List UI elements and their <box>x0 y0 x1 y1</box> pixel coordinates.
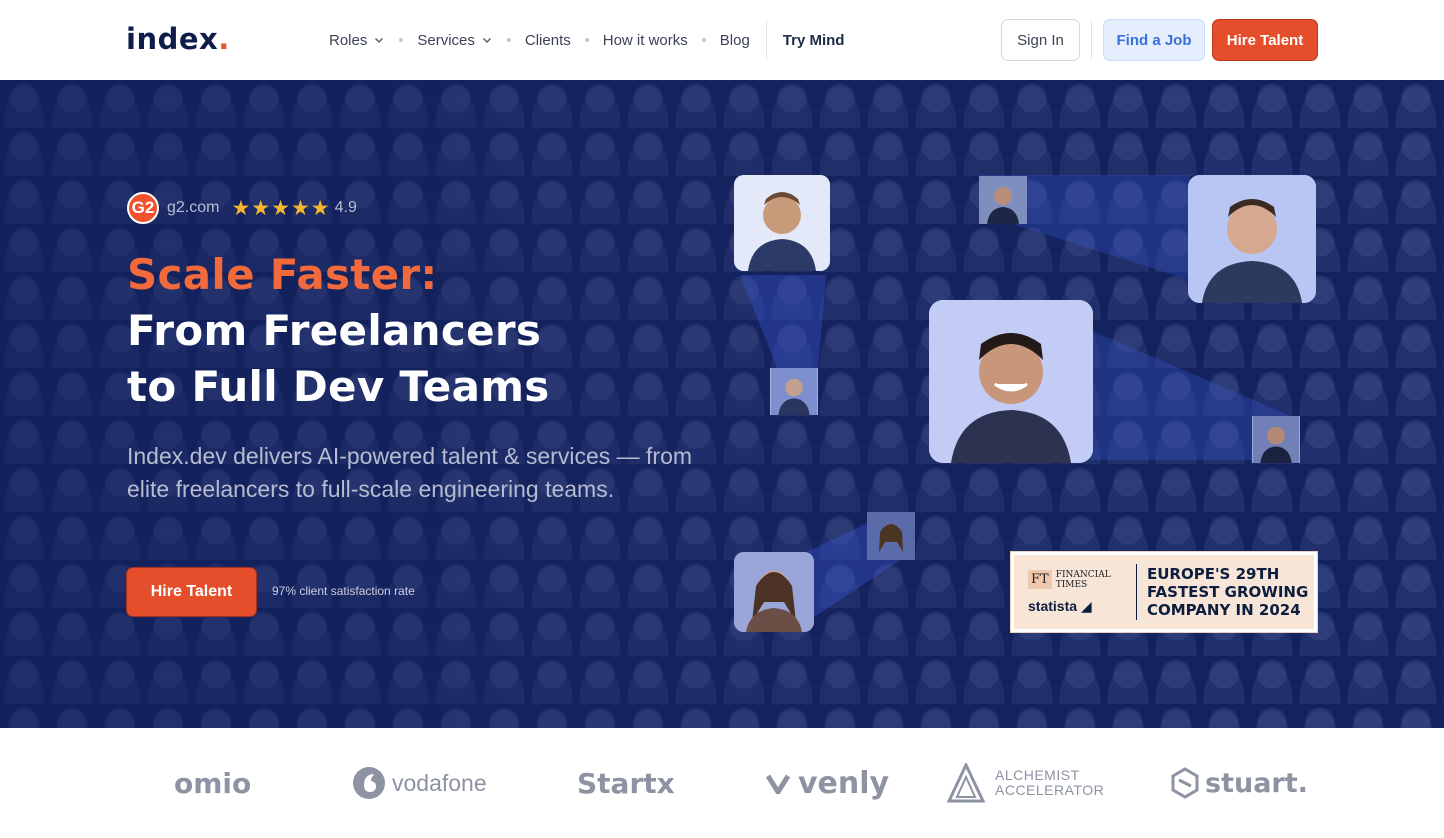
find-job-button[interactable]: Find a Job <box>1103 19 1205 61</box>
ft-badge-logos: FT FINANCIAL TIMES statista ◢ <box>1014 570 1126 615</box>
statista-icon: ◢ <box>1080 597 1092 614</box>
hero-subheadline: Index.dev delivers AI-powered talent & s… <box>127 443 693 502</box>
client-logos-strip: omio vodafone Startx venly ALCHEMIST ACC… <box>0 728 1444 838</box>
hero-section: G2 g2.com ★ ★ ★ ★ ★ 4.9 Scale Faster: Fr… <box>0 80 1444 728</box>
nav-separator <box>584 38 589 42</box>
g2-rating: G2 g2.com ★ ★ ★ ★ ★ 4.9 <box>127 192 357 224</box>
star-icon: ★ <box>271 196 290 220</box>
award-text: EUROPE'S 29TH FASTEST GROWING COMPANY IN… <box>1147 565 1309 619</box>
nav-clients[interactable]: Clients <box>525 32 571 49</box>
ft-name: FINANCIAL TIMES <box>1055 569 1111 590</box>
headline-line-2: From Freelancers <box>127 306 542 355</box>
nav-blog[interactable]: Blog <box>720 32 750 49</box>
hire-talent-hero-button[interactable]: Hire Talent <box>126 567 257 617</box>
financial-times-logo: FT FINANCIAL TIMES <box>1028 570 1126 590</box>
nav-try-mind[interactable]: Try Mind <box>783 32 845 49</box>
stuart-icon <box>1171 767 1199 799</box>
alchemist-accelerator-logo: ALCHEMIST ACCELERATOR <box>947 762 1104 804</box>
talent-photo <box>929 300 1093 463</box>
nav-divider <box>765 20 767 60</box>
talent-photo <box>979 176 1027 224</box>
talent-photo <box>1188 175 1316 303</box>
nav-separator <box>701 38 706 42</box>
talent-photo <box>734 175 830 271</box>
nav-roles[interactable]: Roles <box>329 32 385 49</box>
g2-logo-icon: G2 <box>127 192 159 224</box>
nav-separator <box>506 38 511 42</box>
nav-separator <box>399 38 404 42</box>
rating-score: 4.9 <box>334 199 357 216</box>
talent-photo <box>867 512 915 560</box>
index-logo[interactable]: index. <box>126 22 230 56</box>
badge-divider <box>1136 564 1137 620</box>
site-header: index. Roles Services Clients How it wor… <box>0 0 1444 80</box>
star-icon: ★ <box>290 196 310 220</box>
talent-photo <box>770 368 818 415</box>
hire-talent-header-button[interactable]: Hire Talent <box>1212 19 1318 61</box>
omio-logo: omio <box>174 766 252 800</box>
talent-photo <box>1252 416 1300 463</box>
alchemist-icon <box>947 763 985 803</box>
rating-site: g2.com <box>167 199 220 216</box>
rating-stars: ★ ★ ★ ★ ★ <box>231 198 329 219</box>
startx-logo: Startx <box>577 766 675 800</box>
star-icon: ★ <box>251 196 271 220</box>
venly-logo: venly <box>766 762 889 804</box>
venly-icon <box>766 774 791 794</box>
sign-in-button[interactable]: Sign In <box>1001 19 1080 61</box>
ft-mark: FT <box>1028 570 1052 589</box>
star-icon: ★ <box>231 196 251 220</box>
main-nav: Roles Services Clients How it works Blog… <box>329 0 844 80</box>
header-divider <box>1091 20 1092 60</box>
chevron-down-icon <box>482 37 491 44</box>
nav-services[interactable]: Services <box>417 32 493 49</box>
nav-how-it-works[interactable]: How it works <box>603 32 688 49</box>
stuart-logo: stuart. <box>1171 762 1308 804</box>
satisfaction-rate: 97% client satisfaction rate <box>272 584 415 598</box>
headline-line-1: Scale Faster: <box>127 250 438 299</box>
star-icon: ★ <box>310 196 330 220</box>
ft-statista-award-badge: FT FINANCIAL TIMES statista ◢ EUROPE'S 29… <box>1010 551 1318 633</box>
vodafone-icon <box>353 767 385 799</box>
headline-line-3: to Full Dev Teams <box>127 362 550 411</box>
chevron-down-icon <box>375 37 384 44</box>
vodafone-logo: vodafone <box>352 762 487 804</box>
statista-logo: statista ◢ <box>1028 597 1092 614</box>
talent-photo <box>734 552 814 632</box>
